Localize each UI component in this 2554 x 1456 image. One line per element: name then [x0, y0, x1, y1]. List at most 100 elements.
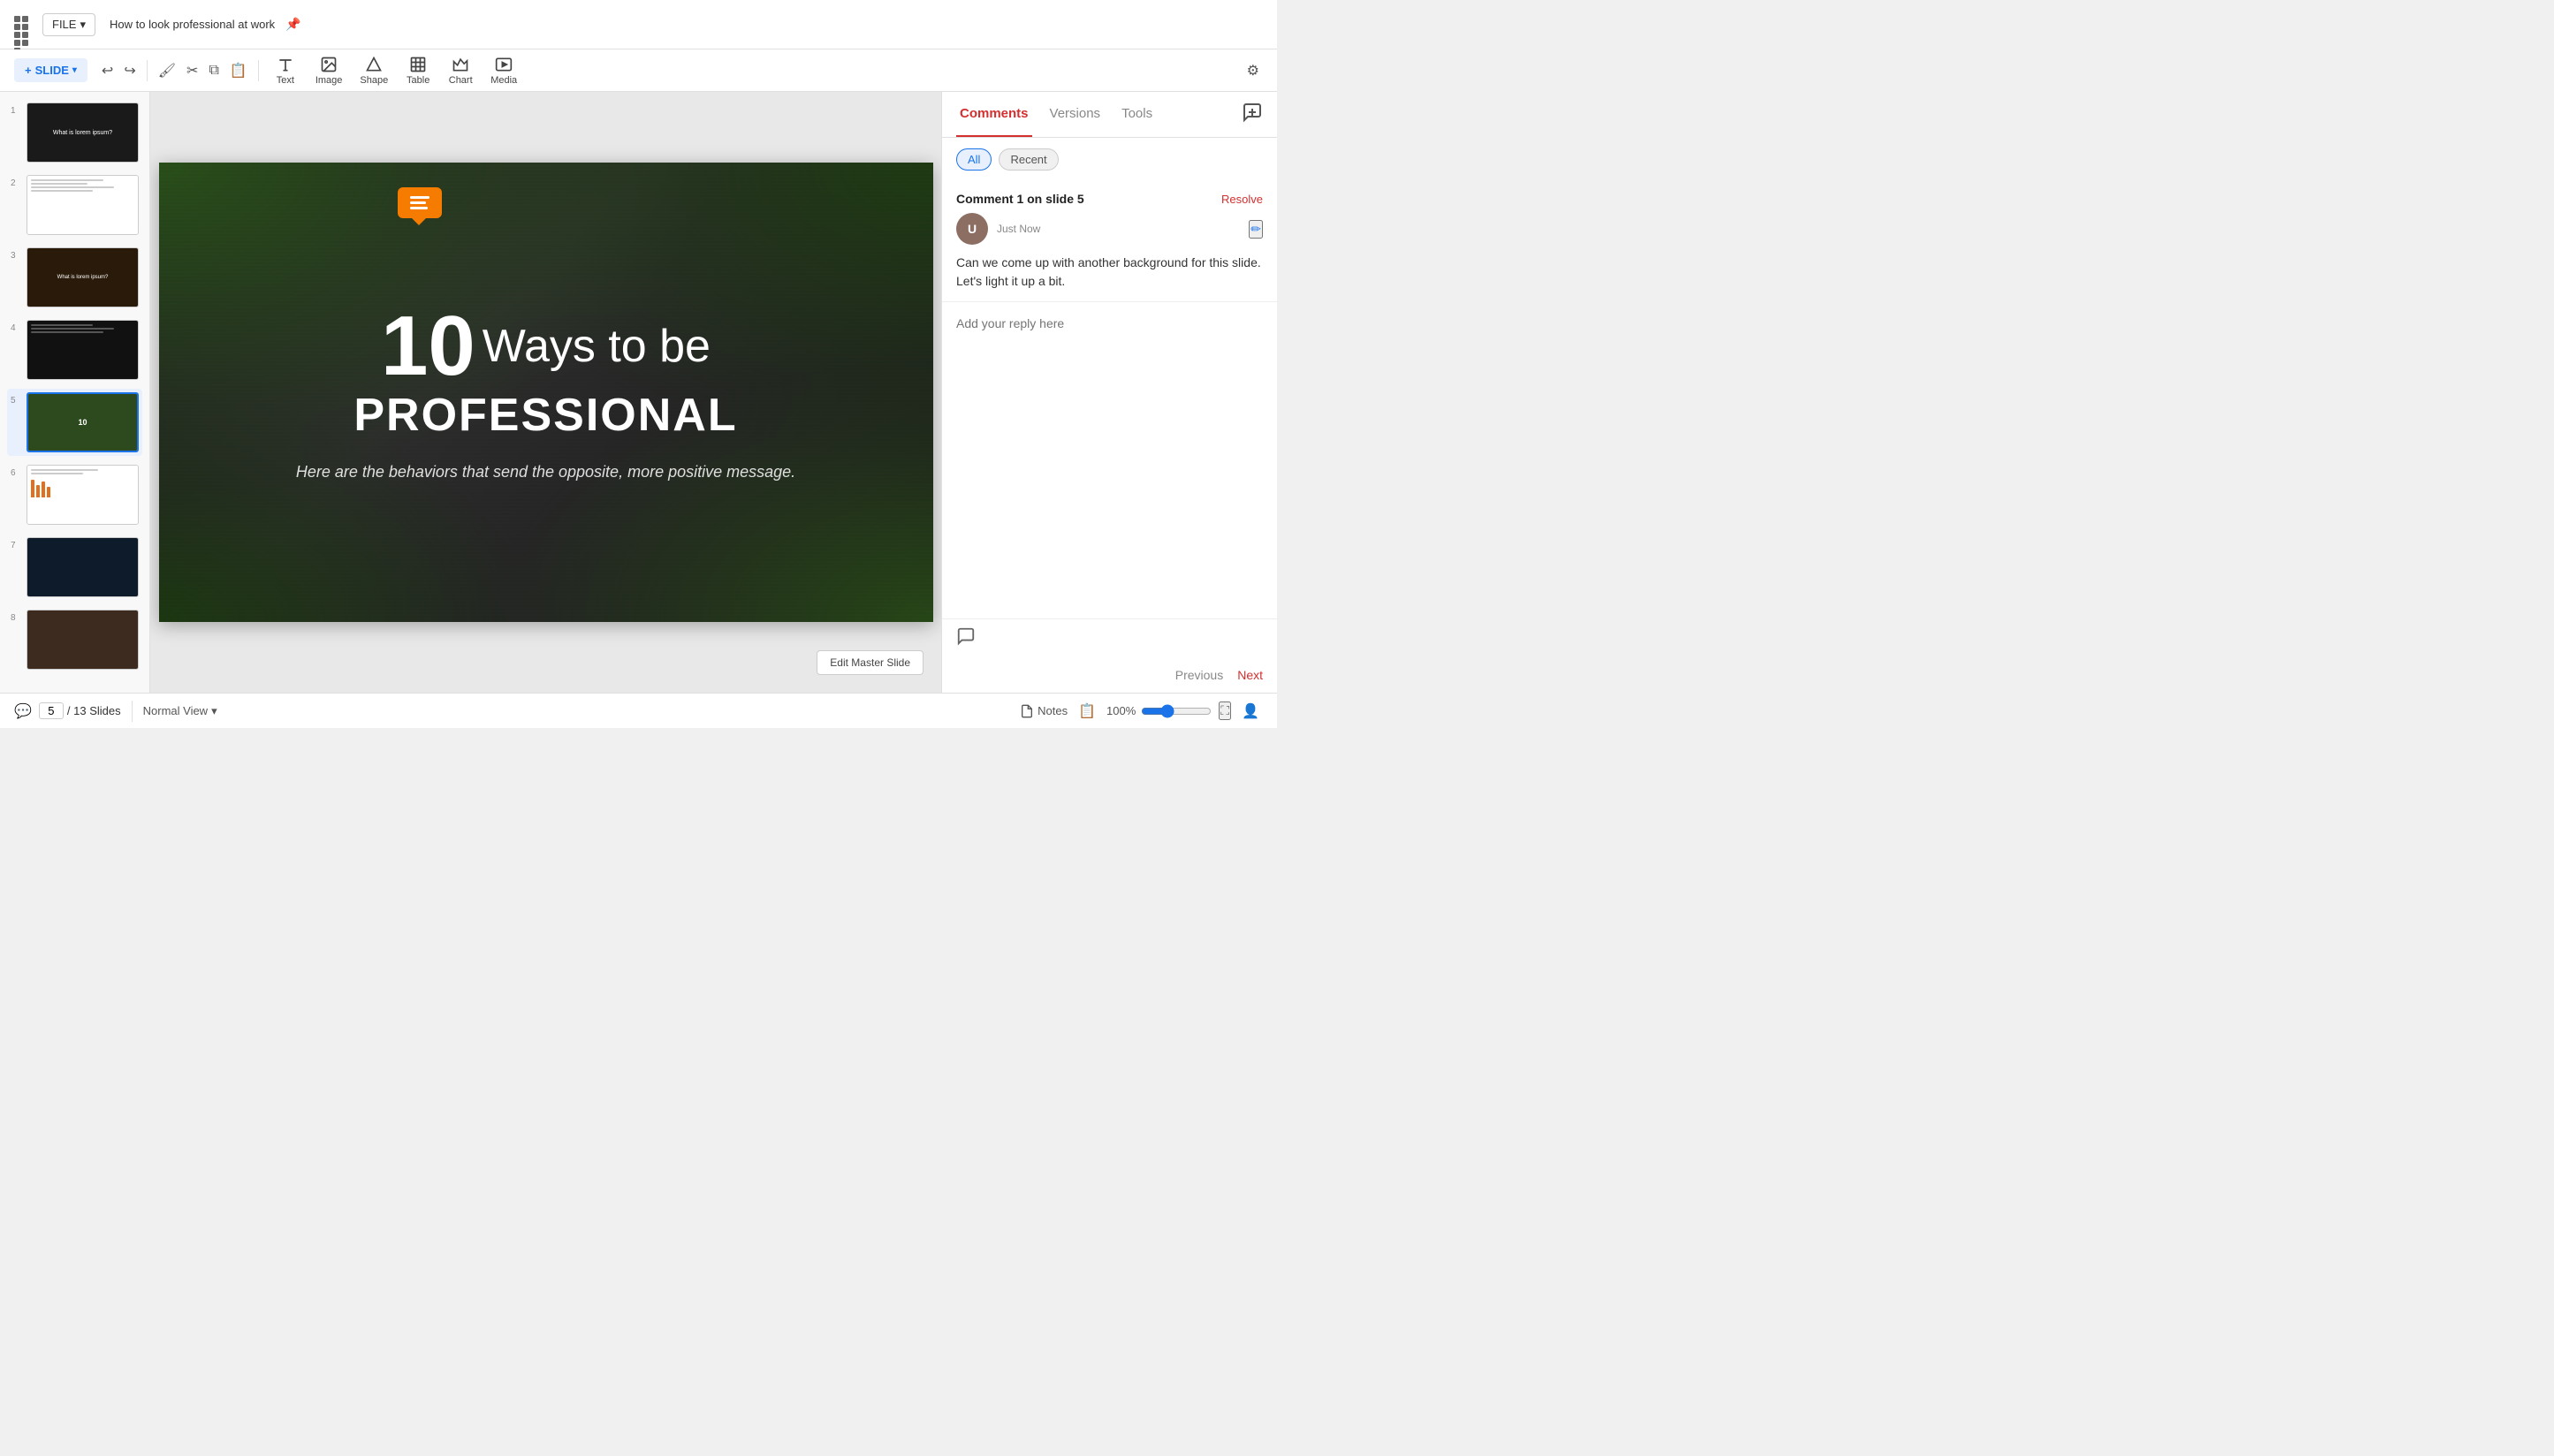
shape-label: Shape [360, 75, 388, 86]
comment-meta: U Just Now ✏ [956, 213, 1263, 245]
slide-thumbnail-3: What is lorem ipsum? [27, 247, 139, 307]
media-tool-button[interactable]: Media [483, 52, 524, 89]
filter-recent-button[interactable]: Recent [999, 148, 1058, 171]
edit-master-button[interactable]: Edit Master Slide [817, 650, 924, 675]
right-panel: Comments Versions Tools All Recent Comme… [941, 92, 1277, 693]
bottom-right: Notes 📋 100% ⛶ 👤 [1020, 699, 1263, 724]
table-tool-button[interactable]: Table [399, 52, 437, 89]
notes-button[interactable]: Notes [1020, 704, 1068, 718]
fit-screen-button[interactable]: ⛶ [1219, 701, 1231, 720]
add-comment-button[interactable] [1242, 102, 1263, 128]
chart-tool-button[interactable]: Chart [441, 52, 480, 89]
slide-num-3: 3 [11, 251, 21, 261]
redo-button[interactable]: ↪ [120, 58, 139, 83]
notes-label: Notes [1038, 704, 1068, 717]
text-label: Text [277, 75, 294, 86]
slide-thumb-7[interactable]: 7 [7, 534, 142, 601]
table-label: Table [407, 75, 429, 86]
professional-text: PROFESSIONAL [353, 389, 737, 442]
separator-1 [147, 60, 148, 81]
slide-canvas[interactable]: 10 Ways to be PROFESSIONAL Here are the … [159, 163, 933, 622]
separator-bottom-1 [132, 701, 133, 722]
slide-thumb-2[interactable]: 2 [7, 171, 142, 239]
comment-thread-icon[interactable] [956, 626, 976, 650]
bottom-left: 💬 / 13 Slides Normal View ▾ [14, 701, 217, 722]
page-indicator: / 13 Slides [39, 702, 121, 719]
zoom-level: 100% [1106, 704, 1136, 717]
edit-comment-button[interactable]: ✏ [1249, 220, 1263, 239]
slide-thumb-3[interactable]: 3 What is lorem ipsum? [7, 244, 142, 311]
slide-num-4: 4 [11, 323, 21, 333]
undo-button[interactable]: ↩ [98, 58, 117, 83]
apps-icon[interactable] [11, 12, 35, 37]
view-chevron-icon: ▾ [211, 704, 217, 718]
canvas-area: 10 Ways to be PROFESSIONAL Here are the … [150, 92, 941, 693]
fullscreen-button[interactable]: 👤 [1238, 699, 1263, 724]
add-slide-button[interactable]: + SLIDE ▾ [14, 58, 87, 82]
save-icon[interactable]: 📌 [285, 17, 300, 32]
slide-num-6: 6 [11, 468, 21, 478]
slide-num-7: 7 [11, 541, 21, 550]
slide-thumb-8[interactable]: 8 [7, 606, 142, 673]
slide-thumbnail-8 [27, 610, 139, 670]
tab-versions[interactable]: Versions [1046, 92, 1105, 137]
panel-tabs: Comments Versions Tools [942, 92, 1277, 138]
file-chevron-icon: ▾ [80, 18, 86, 32]
previous-button[interactable]: Previous [1175, 668, 1223, 682]
slide-thumb-1[interactable]: 1 What is lorem ipsum? [7, 99, 142, 166]
view-label: Normal View [143, 704, 208, 717]
scissors-button[interactable]: ✂ [183, 58, 201, 83]
main-area: 1 What is lorem ipsum? 2 3 [0, 92, 1277, 693]
view-selector-button[interactable]: Normal View ▾ [143, 704, 217, 718]
zoom-slider[interactable] [1141, 704, 1212, 718]
chat-icon[interactable]: 💬 [14, 702, 32, 720]
comment-header: Comment 1 on slide 5 Resolve [956, 192, 1263, 206]
resolve-button[interactable]: Resolve [1221, 193, 1263, 206]
presentation-title: How to look professional at work [110, 18, 275, 31]
slide-num-1: 1 [11, 106, 21, 116]
slide-thumbnail-4 [27, 320, 139, 380]
reply-area[interactable] [942, 302, 1277, 345]
current-page-input[interactable] [39, 702, 64, 719]
slide-thumbnail-6 [27, 465, 139, 525]
toolbar: + SLIDE ▾ ↩ ↪ 🖌 ✂ ⧉ 📋 Text Image Shape T… [0, 49, 1277, 92]
settings-button[interactable]: ⚙ [1243, 58, 1263, 83]
slide-btn-label: SLIDE [35, 64, 69, 77]
slide-num-5: 5 [11, 396, 21, 406]
slide-thumbnail-2 [27, 175, 139, 235]
shape-tool-button[interactable]: Shape [353, 52, 395, 89]
slide-thumb-5[interactable]: 5 10 [7, 389, 142, 456]
panel-spacer [942, 345, 1277, 618]
comment-navigation: Previous Next [942, 657, 1277, 693]
file-label: FILE [52, 18, 76, 31]
number-row: 10 Ways to be [381, 304, 711, 389]
clipboard-button[interactable]: 📋 [226, 58, 251, 83]
slide-thumbnail-1: What is lorem ipsum? [27, 102, 139, 163]
tab-comments[interactable]: Comments [956, 92, 1032, 137]
paint-button[interactable]: 🖌 [155, 58, 179, 83]
speaker-notes-icon[interactable]: 📋 [1075, 699, 1099, 724]
ways-text: Ways to be [483, 320, 711, 373]
slide-subtitle: Here are the behaviors that send the opp… [296, 463, 795, 482]
image-tool-button[interactable]: Image [308, 52, 350, 89]
media-label: Media [490, 75, 517, 86]
slide-thumb-4[interactable]: 4 [7, 316, 142, 383]
filter-all-button[interactable]: All [956, 148, 992, 171]
slide-thumbnail-7 [27, 537, 139, 597]
slide-thumb-6[interactable]: 6 [7, 461, 142, 528]
slide-chevron-icon: ▾ [72, 65, 77, 75]
reply-input[interactable] [956, 313, 1263, 334]
separator-2 [258, 60, 259, 81]
slide-btn-group: + SLIDE ▾ [14, 58, 87, 82]
next-button[interactable]: Next [1237, 668, 1263, 682]
total-slides: / 13 Slides [67, 704, 121, 717]
copy-button[interactable]: ⧉ [205, 59, 222, 82]
comment-body: Can we come up with another background f… [956, 254, 1263, 291]
slide-thumbnail-5: 10 [27, 392, 139, 452]
tab-tools[interactable]: Tools [1118, 92, 1156, 137]
chart-label: Chart [449, 75, 473, 86]
slide-num-8: 8 [11, 613, 21, 623]
file-menu-button[interactable]: FILE ▾ [42, 13, 95, 36]
text-tool-button[interactable]: Text [266, 52, 305, 89]
image-label: Image [315, 75, 343, 86]
